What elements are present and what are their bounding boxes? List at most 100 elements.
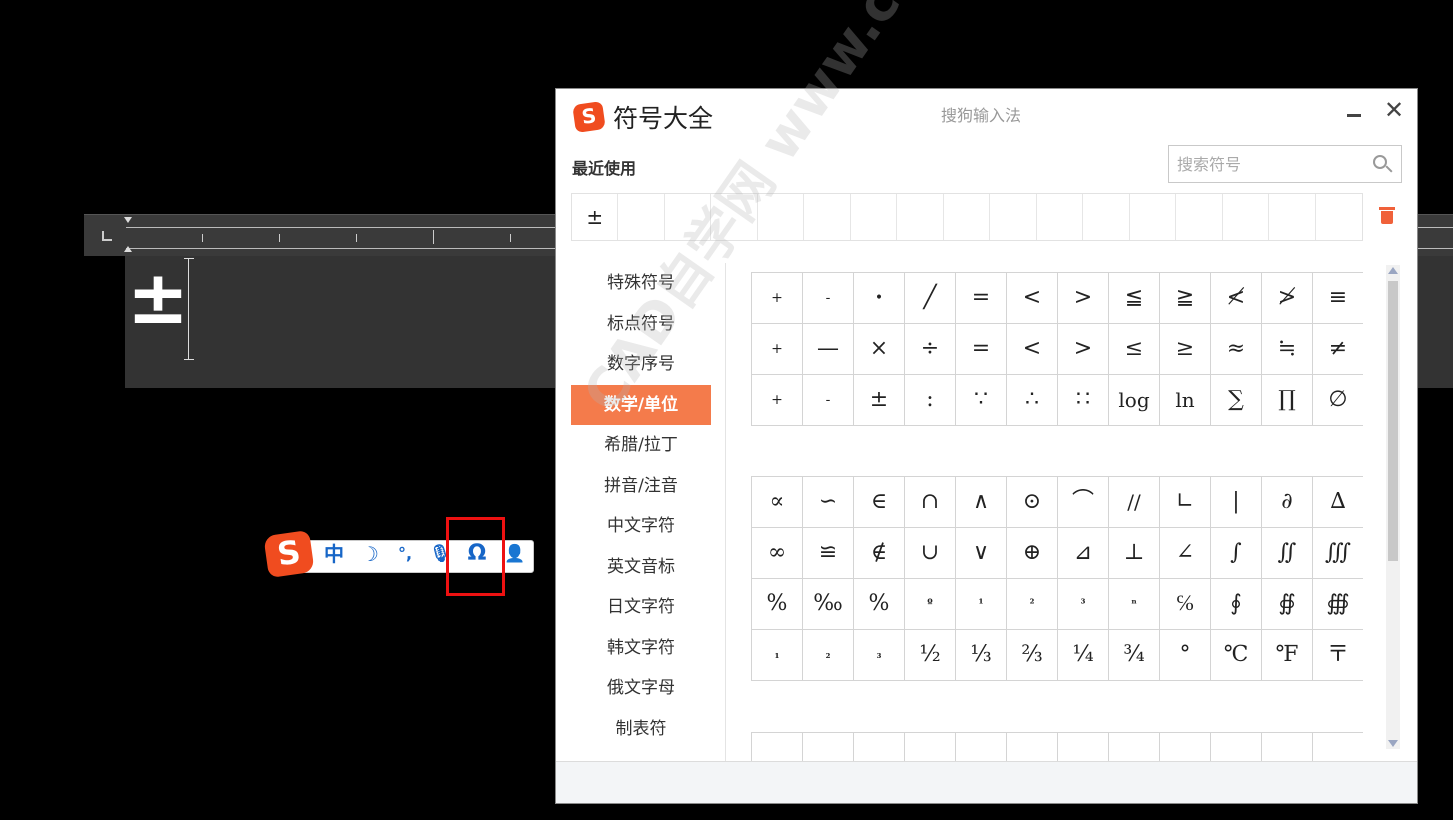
tab-stop-icon[interactable] — [102, 231, 112, 241]
close-button[interactable]: ✕ — [1382, 97, 1406, 123]
symbol-cell[interactable]: ₂ — [803, 630, 854, 681]
symbol-cell[interactable]: ∩ — [905, 477, 956, 528]
symbol-cell[interactable]: ∵ — [956, 375, 1007, 426]
recent-symbol-cell[interactable]: ± — [572, 194, 619, 240]
scroll-up-icon[interactable] — [1388, 267, 1398, 274]
symbol-cell[interactable]: ÷ — [905, 324, 956, 375]
search-box[interactable] — [1168, 145, 1402, 183]
symbol-cell[interactable]: // — [1109, 477, 1160, 528]
user-account-icon[interactable]: 👤 — [502, 542, 528, 566]
symbol-cell[interactable]: ₃ — [854, 630, 905, 681]
symbol-cell[interactable]: ¹ — [956, 579, 1007, 630]
symbol-cell[interactable]: ⅓ — [956, 630, 1007, 681]
symbol-cell[interactable]: ∷ — [1058, 375, 1109, 426]
symbol-cell[interactable]: ∆ — [1313, 477, 1363, 528]
symbol-cell[interactable]: ± — [854, 375, 905, 426]
symbol-cell[interactable]: + — [752, 273, 803, 324]
symbol-cell[interactable]: ∪ — [905, 528, 956, 579]
category-item[interactable]: 制表符 — [571, 709, 711, 750]
symbol-cell[interactable]: ∫ — [1211, 528, 1262, 579]
symbol-cell[interactable]: ¾ — [1109, 630, 1160, 681]
symbol-cell[interactable]: ≤ — [1109, 324, 1160, 375]
search-icon[interactable] — [1373, 155, 1393, 175]
recent-symbol-cell[interactable] — [1037, 194, 1084, 240]
recent-symbol-cell[interactable] — [897, 194, 944, 240]
category-item[interactable]: 拼音/注音 — [571, 466, 711, 507]
symbol-cell[interactable]: ≌ — [803, 528, 854, 579]
symbol-cell[interactable]: % — [854, 579, 905, 630]
recent-symbol-cell[interactable] — [665, 194, 712, 240]
recent-symbol-cell[interactable] — [851, 194, 898, 240]
category-item[interactable]: 特殊符号 — [571, 263, 711, 304]
symbol-cell[interactable] — [803, 733, 854, 762]
symbol-cell[interactable]: - — [803, 375, 854, 426]
category-item[interactable]: 俄文字母 — [571, 668, 711, 709]
symbol-cell[interactable]: = — [956, 273, 1007, 324]
symbol-cell[interactable]: ℉ — [1262, 630, 1313, 681]
sogou-logo-icon[interactable]: S — [263, 530, 315, 578]
symbol-cell[interactable]: ² — [1007, 579, 1058, 630]
category-item[interactable]: 韩文字符 — [571, 628, 711, 669]
symbol-cell[interactable]: — — [803, 324, 854, 375]
symbol-cell[interactable] — [956, 733, 1007, 762]
symbol-cell[interactable]: ⊿ — [1058, 528, 1109, 579]
category-item[interactable]: 数学/单位 — [571, 384, 711, 425]
symbol-cell[interactable]: ≈ — [1211, 324, 1262, 375]
symbol-cell[interactable]: ℅ — [1160, 579, 1211, 630]
recent-symbol-cell[interactable] — [618, 194, 665, 240]
symbol-cell[interactable]: ½ — [905, 630, 956, 681]
symbol-cell[interactable]: ⊙ — [1007, 477, 1058, 528]
symbol-cell[interactable]: = — [956, 324, 1007, 375]
symbol-cell[interactable]: ° — [1160, 630, 1211, 681]
symbol-cell[interactable]: • — [854, 273, 905, 324]
recent-symbol-cell[interactable] — [758, 194, 805, 240]
punctuation-icon[interactable]: °, — [392, 542, 418, 566]
symbol-cell[interactable]: ╱ — [905, 273, 956, 324]
symbol-cell[interactable]: º — [905, 579, 956, 630]
recent-symbol-cell[interactable] — [711, 194, 758, 240]
symbol-cell[interactable] — [905, 733, 956, 762]
search-input[interactable] — [1177, 152, 1367, 176]
symbol-cell[interactable]: % — [752, 579, 803, 630]
symbol-cell[interactable]: : — [905, 375, 956, 426]
recent-symbol-cell[interactable] — [1269, 194, 1316, 240]
indent-marker-bottom-icon[interactable] — [124, 246, 132, 252]
halfwidth-moon-icon[interactable]: ☽ — [358, 542, 382, 566]
symbol-cell[interactable]: < — [1007, 273, 1058, 324]
symbol-cell[interactable]: ¼ — [1058, 630, 1109, 681]
symbol-cell[interactable]: ≯ — [1262, 273, 1313, 324]
symbol-cell[interactable]: ∞ — [752, 528, 803, 579]
recent-symbol-cell[interactable] — [990, 194, 1037, 240]
symbol-cell[interactable]: | — [1211, 477, 1262, 528]
symbol-cell[interactable]: ∬ — [1262, 528, 1313, 579]
symbol-cell[interactable]: + — [752, 324, 803, 375]
symbol-cell[interactable]: < — [1007, 324, 1058, 375]
recent-symbol-cell[interactable] — [1316, 194, 1362, 240]
symbol-cell[interactable]: ∠ — [1160, 528, 1211, 579]
scroll-thumb[interactable] — [1388, 281, 1398, 561]
scrollbar[interactable] — [1386, 265, 1400, 749]
symbol-cell[interactable] — [1313, 733, 1363, 762]
symbol-cell[interactable] — [752, 733, 803, 762]
symbol-cell[interactable]: ₁ — [752, 630, 803, 681]
trash-icon[interactable] — [1379, 207, 1395, 225]
symbol-cell[interactable]: ≮ — [1211, 273, 1262, 324]
symbol-cell[interactable]: ∰ — [1313, 579, 1363, 630]
symbol-cell[interactable]: ∂ — [1262, 477, 1313, 528]
symbol-cell[interactable]: ∭ — [1313, 528, 1363, 579]
symbol-cell[interactable]: ln — [1160, 375, 1211, 426]
symbol-cell[interactable] — [1160, 733, 1211, 762]
recent-symbol-cell[interactable] — [1130, 194, 1177, 240]
symbol-cell[interactable]: ≠ — [1313, 324, 1363, 375]
symbol-cell[interactable]: 〒 — [1313, 630, 1363, 681]
symbol-cell[interactable]: ∏ — [1262, 375, 1313, 426]
scroll-down-icon[interactable] — [1388, 740, 1398, 747]
symbol-cell[interactable]: ≡ — [1313, 273, 1363, 324]
symbol-cell[interactable] — [1109, 733, 1160, 762]
symbol-cell[interactable]: ∮ — [1211, 579, 1262, 630]
symbol-cell[interactable]: ⌒ — [1058, 477, 1109, 528]
symbol-cell[interactable]: ≦ — [1109, 273, 1160, 324]
minimize-button[interactable] — [1344, 103, 1364, 123]
symbol-cell[interactable]: ∝ — [752, 477, 803, 528]
symbol-cell[interactable] — [1007, 733, 1058, 762]
